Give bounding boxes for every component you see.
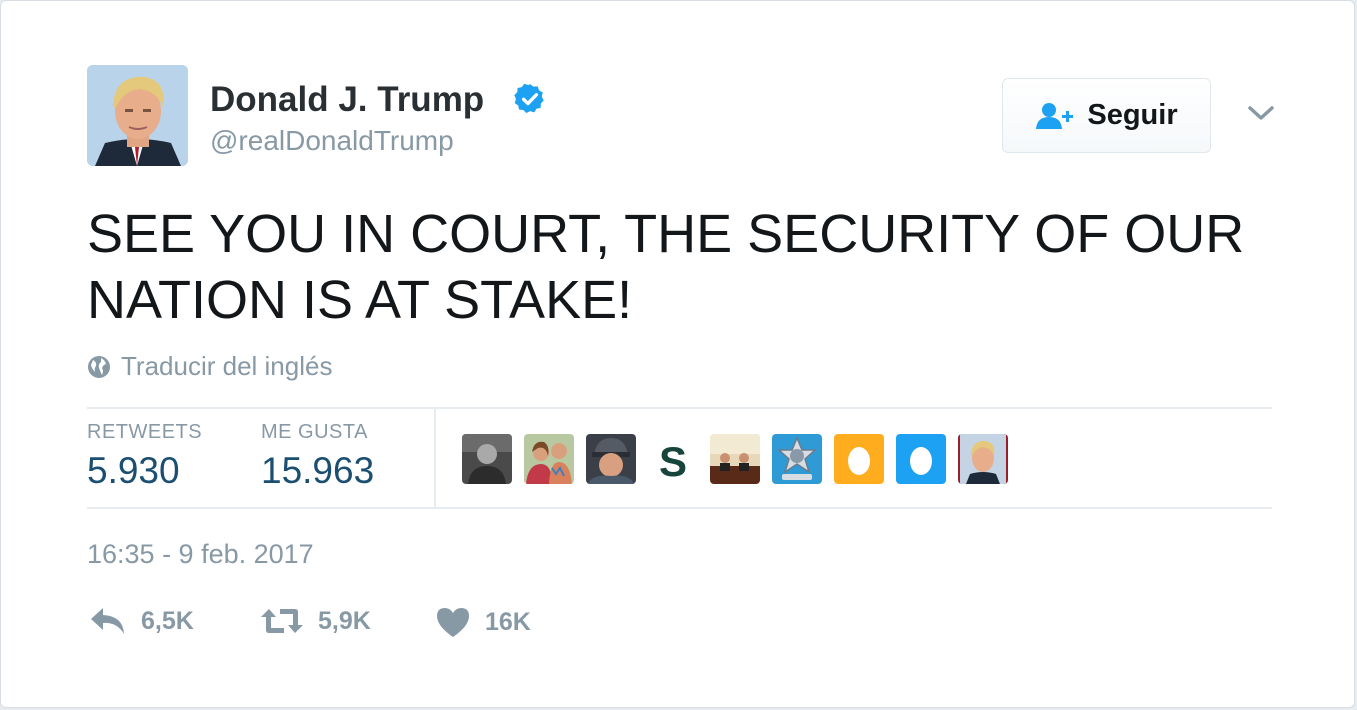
divider-top <box>87 407 1272 409</box>
retweets-label: RETWEETS <box>87 421 203 443</box>
liker-avatar-3[interactable] <box>586 434 636 484</box>
translate-link[interactable]: Traducir del inglés <box>87 351 332 382</box>
heart-icon <box>437 608 469 637</box>
retweet-button[interactable]: 5,9K <box>260 606 371 636</box>
liker-avatar-9[interactable] <box>958 434 1008 484</box>
tweet-card: Donald J. Trump @realDonaldTrump Seguir … <box>0 0 1355 708</box>
likers-list: S <box>462 434 1008 484</box>
liker-avatar-2[interactable] <box>524 434 574 484</box>
like-count: 16K <box>485 607 531 636</box>
divider-bottom <box>87 507 1272 509</box>
add-user-icon <box>1036 102 1074 129</box>
author-avatar[interactable] <box>87 65 188 166</box>
liker-avatar-8[interactable] <box>896 434 946 484</box>
liker-avatar-7[interactable] <box>834 434 884 484</box>
likes-stat[interactable]: ME GUSTA 15.963 <box>261 421 374 492</box>
follow-button-label: Seguir <box>1087 99 1178 131</box>
likes-label: ME GUSTA <box>261 421 368 443</box>
tweet-timestamp[interactable]: 16:35 - 9 feb. 2017 <box>87 539 314 570</box>
retweet-count: 5,9K <box>318 606 371 635</box>
liker-avatar-1[interactable] <box>462 434 512 484</box>
globe-icon <box>88 355 110 378</box>
author-name[interactable]: Donald J. Trump <box>210 80 484 120</box>
author-handle[interactable]: @realDonaldTrump <box>210 125 454 157</box>
chevron-down-icon[interactable] <box>1245 100 1277 126</box>
liker-avatar-4[interactable]: S <box>648 434 698 484</box>
verified-badge-icon <box>514 83 544 114</box>
reply-count: 6,5K <box>141 606 194 635</box>
likes-value: 15.963 <box>261 450 375 491</box>
translate-label: Traducir del inglés <box>121 351 333 381</box>
reply-icon <box>91 608 124 634</box>
retweet-icon <box>261 609 303 633</box>
svg-text:S: S <box>659 438 687 484</box>
stats-divider <box>434 409 436 508</box>
retweets-stat[interactable]: RETWEETS 5.930 <box>87 421 202 492</box>
reply-button[interactable]: 6,5K <box>89 606 194 636</box>
liker-avatar-5[interactable] <box>710 434 760 484</box>
follow-button[interactable]: Seguir <box>1002 78 1211 153</box>
like-button[interactable]: 16K <box>435 606 531 638</box>
retweets-value: 5.930 <box>87 450 180 491</box>
tweet-text: SEE YOU IN COURT, THE SECURITY OF OUR NA… <box>87 204 1245 330</box>
liker-avatar-6[interactable] <box>772 434 822 484</box>
